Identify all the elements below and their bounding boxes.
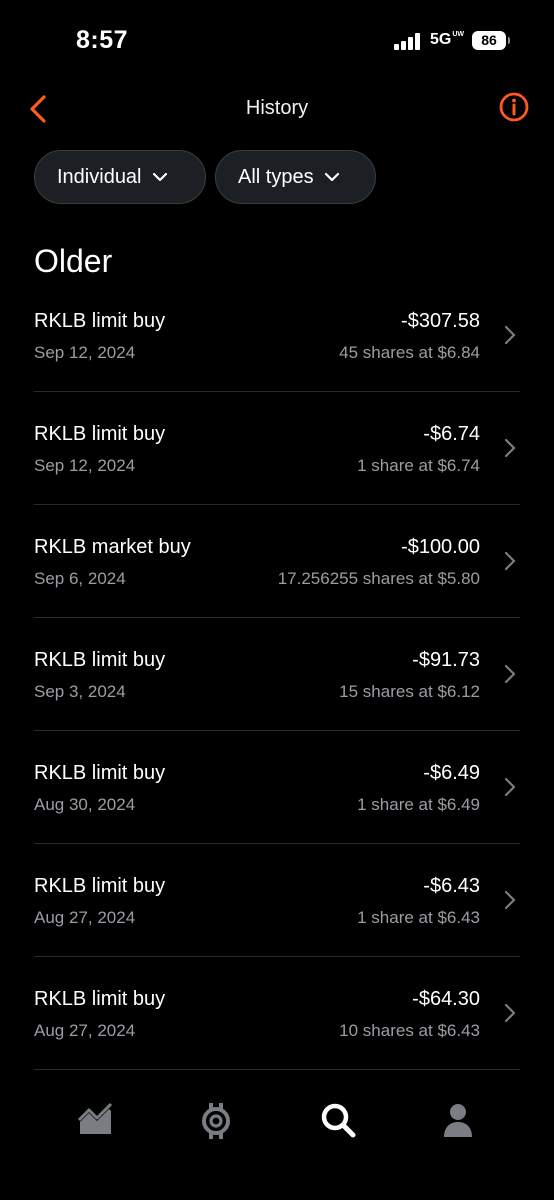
tab-investing[interactable]	[76, 1100, 116, 1140]
tab-account[interactable]	[438, 1100, 478, 1140]
network-subtype: UW	[452, 31, 465, 38]
section-title: Older	[34, 243, 113, 279]
transaction-detail: 17.256255 shares at $5.80	[277, 569, 480, 588]
account-filter-dropdown[interactable]: Individual	[34, 150, 206, 204]
transaction-list: RKLB limit buy Sep 12, 2024 -$307.58 45 …	[34, 279, 520, 1070]
transaction-detail: 45 shares at $6.84	[339, 343, 480, 362]
transaction-date: Sep 6, 2024	[34, 569, 126, 588]
transaction-amount: -$64.30	[412, 988, 480, 1010]
transaction-row[interactable]: RKLB limit buy Aug 27, 2024 -$64.30 10 s…	[34, 957, 520, 1070]
transaction-detail: 1 share at $6.49	[357, 795, 480, 814]
transaction-title: RKLB limit buy	[34, 875, 166, 897]
transaction-title: RKLB limit buy	[34, 762, 166, 784]
transaction-amount: -$6.74	[423, 423, 480, 445]
transaction-detail: 10 shares at $6.43	[339, 1021, 480, 1040]
signal-strength-icon	[394, 33, 422, 50]
transaction-title: RKLB limit buy	[34, 988, 166, 1010]
transaction-title: RKLB market buy	[34, 536, 191, 558]
transaction-detail: 1 share at $6.74	[357, 456, 480, 475]
transaction-amount: -$307.58	[401, 310, 480, 332]
transaction-amount: -$91.73	[412, 649, 480, 671]
account-icon	[444, 1104, 472, 1137]
network-type: 5G	[430, 31, 452, 48]
chevron-down-icon	[152, 172, 167, 182]
account-filter-label: Individual	[57, 165, 142, 188]
chevron-right-icon	[504, 438, 516, 458]
transaction-date: Sep 12, 2024	[34, 456, 136, 475]
chevron-right-icon	[504, 551, 516, 571]
chevron-right-icon	[504, 325, 516, 345]
bottom-tab-bar	[0, 1080, 554, 1200]
transaction-row[interactable]: RKLB limit buy Aug 27, 2024 -$6.43 1 sha…	[34, 844, 520, 957]
status-time: 8:57	[76, 26, 129, 54]
chevron-down-icon	[324, 172, 339, 182]
transaction-date: Aug 30, 2024	[34, 795, 136, 814]
transaction-date: Aug 27, 2024	[34, 908, 136, 927]
transaction-amount: -$6.49	[423, 762, 480, 784]
transaction-title: RKLB limit buy	[34, 649, 166, 671]
tab-search[interactable]	[318, 1100, 358, 1140]
transaction-title: RKLB limit buy	[34, 423, 166, 445]
transaction-row[interactable]: RKLB limit buy Aug 30, 2024 -$6.49 1 sha…	[34, 731, 520, 844]
chevron-right-icon	[504, 890, 516, 910]
transaction-amount: -$100.00	[401, 536, 480, 558]
chevron-right-icon	[504, 1003, 516, 1023]
transaction-date: Aug 27, 2024	[34, 1021, 136, 1040]
transaction-date: Sep 12, 2024	[34, 343, 136, 362]
nav-header: History	[0, 84, 554, 134]
chevron-right-icon	[504, 777, 516, 797]
transaction-detail: 15 shares at $6.12	[339, 682, 480, 701]
crypto-icon	[202, 1103, 230, 1139]
type-filter-dropdown[interactable]: All types	[215, 150, 376, 204]
transaction-date: Sep 3, 2024	[34, 682, 126, 701]
status-bar: 8:57 5GUW 86	[0, 0, 554, 84]
transaction-detail: 1 share at $6.43	[357, 908, 480, 927]
transaction-row[interactable]: RKLB limit buy Sep 12, 2024 -$307.58 45 …	[34, 279, 520, 392]
info-button[interactable]	[498, 91, 530, 123]
chevron-right-icon	[504, 664, 516, 684]
transaction-amount: -$6.43	[423, 875, 480, 897]
transaction-row[interactable]: RKLB limit buy Sep 12, 2024 -$6.74 1 sha…	[34, 392, 520, 505]
search-icon	[321, 1103, 356, 1138]
transaction-row[interactable]: RKLB market buy Sep 6, 2024 -$100.00 17.…	[34, 505, 520, 618]
battery-icon: 86	[472, 31, 510, 50]
investing-chart-icon	[77, 1102, 113, 1134]
type-filter-label: All types	[238, 165, 314, 188]
page-title: History	[245, 97, 309, 119]
transaction-row[interactable]: RKLB limit buy Sep 3, 2024 -$91.73 15 sh…	[34, 618, 520, 731]
network-indicator: 5GUW	[430, 31, 464, 49]
tab-crypto[interactable]	[196, 1100, 236, 1140]
transaction-title: RKLB limit buy	[34, 310, 166, 332]
info-icon	[499, 92, 529, 122]
